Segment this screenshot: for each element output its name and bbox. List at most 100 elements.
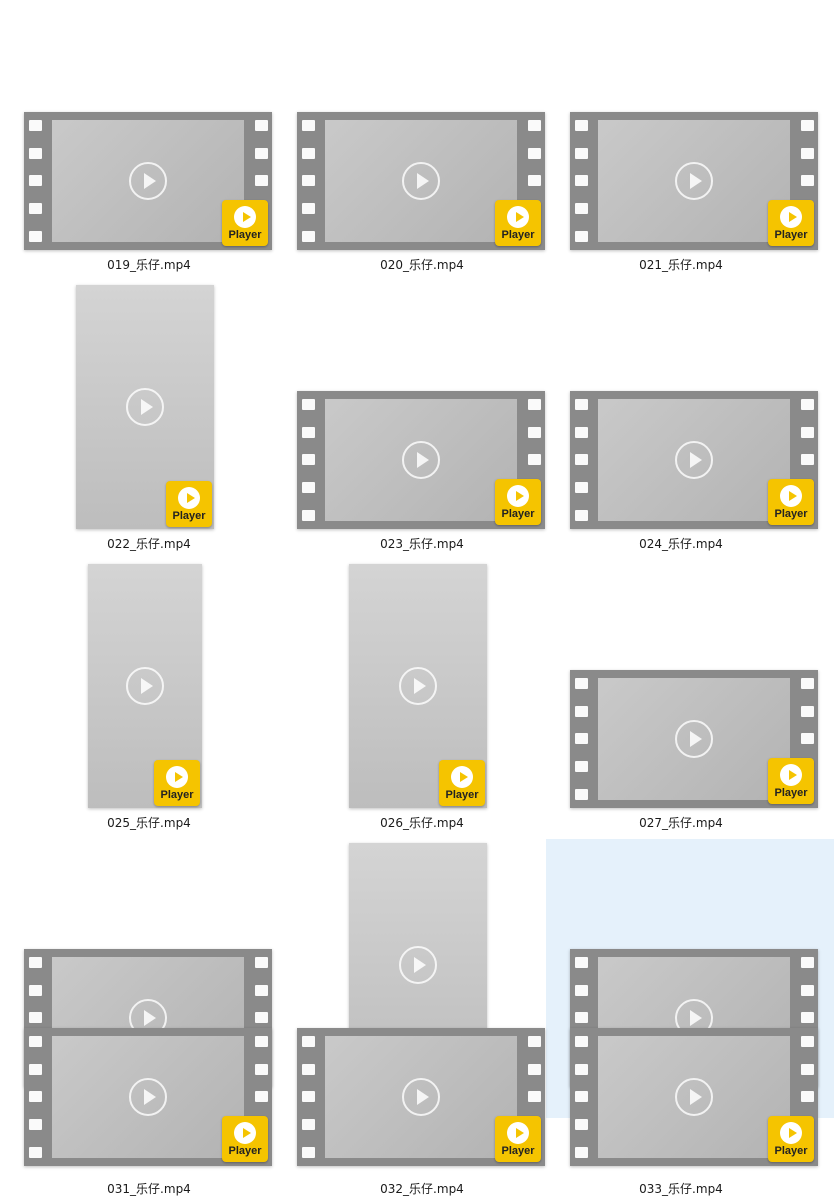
- play-icon: [129, 162, 167, 200]
- film-hole: [301, 454, 315, 466]
- file-name-label[interactable]: 019_乐仔.mp4: [22, 256, 276, 273]
- film-perforations: [297, 391, 319, 529]
- file-name-label[interactable]: 024_乐仔.mp4: [568, 535, 794, 552]
- file-tile[interactable]: Player 020_乐仔.mp4: [273, 2, 545, 281]
- player-badge-label: Player: [228, 228, 262, 241]
- play-icon: [402, 1078, 440, 1116]
- file-name-label[interactable]: 032_乐仔.mp4: [295, 1180, 549, 1197]
- play-circle-icon: [234, 205, 256, 228]
- film-hole: [574, 147, 588, 159]
- play-icon: [129, 1078, 167, 1116]
- file-name-label[interactable]: 026_乐仔.mp4: [295, 814, 549, 831]
- player-badge[interactable]: Player: [768, 479, 814, 525]
- film-hole: [301, 230, 315, 242]
- film-perforations: [570, 391, 592, 529]
- file-name-label[interactable]: 031_乐仔.mp4: [22, 1180, 276, 1197]
- film-hole: [28, 1036, 42, 1048]
- play-circle-icon: [780, 1121, 802, 1144]
- file-tile[interactable]: Player 023_乐仔.mp4: [273, 281, 545, 560]
- player-badge[interactable]: Player: [222, 1116, 268, 1162]
- film-hole: [301, 509, 315, 521]
- player-badge[interactable]: Player: [495, 200, 541, 246]
- file-tile[interactable]: Player 019_乐仔.mp4: [0, 2, 272, 281]
- film-hole: [574, 454, 588, 466]
- film-hole: [527, 175, 541, 187]
- film-hole: [800, 957, 814, 969]
- film-hole: [574, 120, 588, 132]
- play-icon: [399, 946, 437, 984]
- player-badge[interactable]: Player: [768, 200, 814, 246]
- film-hole: [574, 705, 588, 717]
- player-badge[interactable]: Player: [439, 760, 485, 806]
- thumbnail-placeholder: [52, 120, 244, 242]
- film-hole: [574, 175, 588, 187]
- thumbnail-area: Player: [546, 2, 834, 254]
- film-hole: [254, 1036, 268, 1048]
- file-tile[interactable]: Player 025_乐仔.mp4: [0, 560, 270, 839]
- player-badge[interactable]: Player: [166, 481, 212, 527]
- film-hole: [301, 1119, 315, 1131]
- thumbnail-area: Player: [273, 281, 545, 533]
- file-tile[interactable]: Player 021_乐仔.mp4: [546, 2, 834, 281]
- file-tile[interactable]: Player 032_乐仔.mp4: [273, 1000, 545, 1200]
- play-icon: [126, 388, 164, 426]
- film-hole: [527, 1063, 541, 1075]
- film-hole: [527, 120, 541, 132]
- thumbnail-area: Player: [0, 560, 270, 812]
- file-name-label[interactable]: 027_乐仔.mp4: [568, 814, 794, 831]
- file-name-label[interactable]: 025_乐仔.mp4: [22, 814, 276, 831]
- film-hole: [800, 733, 814, 745]
- film-hole: [574, 788, 588, 800]
- play-circle-icon: [166, 765, 188, 788]
- thumbnail-placeholder: [598, 678, 790, 800]
- film-hole: [574, 426, 588, 438]
- file-name-label[interactable]: 021_乐仔.mp4: [568, 256, 794, 273]
- player-badge[interactable]: Player: [154, 760, 200, 806]
- film-hole: [800, 1063, 814, 1075]
- file-name-label[interactable]: 020_乐仔.mp4: [295, 256, 549, 273]
- film-hole: [301, 482, 315, 494]
- film-hole: [301, 175, 315, 187]
- film-hole: [254, 120, 268, 132]
- film-hole: [28, 120, 42, 132]
- film-hole: [301, 147, 315, 159]
- file-tile[interactable]: Player 033_乐仔.mp4: [546, 1000, 834, 1200]
- player-badge[interactable]: Player: [768, 1116, 814, 1162]
- film-hole: [254, 1063, 268, 1075]
- film-hole: [574, 509, 588, 521]
- film-hole: [28, 1091, 42, 1103]
- play-icon: [126, 667, 164, 705]
- player-badge-label: Player: [445, 788, 479, 801]
- file-tile[interactable]: Player 026_乐仔.mp4: [273, 560, 543, 839]
- file-tile[interactable]: Player 022_乐仔.mp4: [0, 281, 270, 560]
- film-hole: [28, 203, 42, 215]
- thumbnail-area: Player: [0, 281, 270, 533]
- thumbnail-area: Player: [546, 560, 834, 812]
- film-perforations: [24, 1028, 46, 1166]
- player-badge[interactable]: Player: [222, 200, 268, 246]
- player-badge-label: Player: [172, 509, 206, 522]
- play-circle-icon: [234, 1121, 256, 1144]
- player-badge-label: Player: [160, 788, 194, 801]
- player-badge[interactable]: Player: [495, 1116, 541, 1162]
- file-name-label[interactable]: 023_乐仔.mp4: [295, 535, 549, 552]
- play-circle-icon: [780, 205, 802, 228]
- thumbnail-placeholder: [325, 1036, 517, 1158]
- film-hole: [254, 957, 268, 969]
- film-hole: [574, 1036, 588, 1048]
- file-tile[interactable]: Player 031_乐仔.mp4: [0, 1000, 272, 1200]
- file-name-label[interactable]: 022_乐仔.mp4: [22, 535, 276, 552]
- film-perforations: [570, 112, 592, 250]
- film-hole: [574, 678, 588, 690]
- player-badge[interactable]: Player: [495, 479, 541, 525]
- file-tile[interactable]: Player 027_乐仔.mp4: [546, 560, 834, 839]
- film-hole: [527, 426, 541, 438]
- film-hole: [800, 1036, 814, 1048]
- play-icon: [399, 667, 437, 705]
- file-tile[interactable]: Player 024_乐仔.mp4: [546, 281, 834, 560]
- film-hole: [574, 984, 588, 996]
- film-hole: [301, 1146, 315, 1158]
- file-name-label[interactable]: 033_乐仔.mp4: [568, 1180, 794, 1197]
- film-hole: [301, 1063, 315, 1075]
- player-badge[interactable]: Player: [768, 758, 814, 804]
